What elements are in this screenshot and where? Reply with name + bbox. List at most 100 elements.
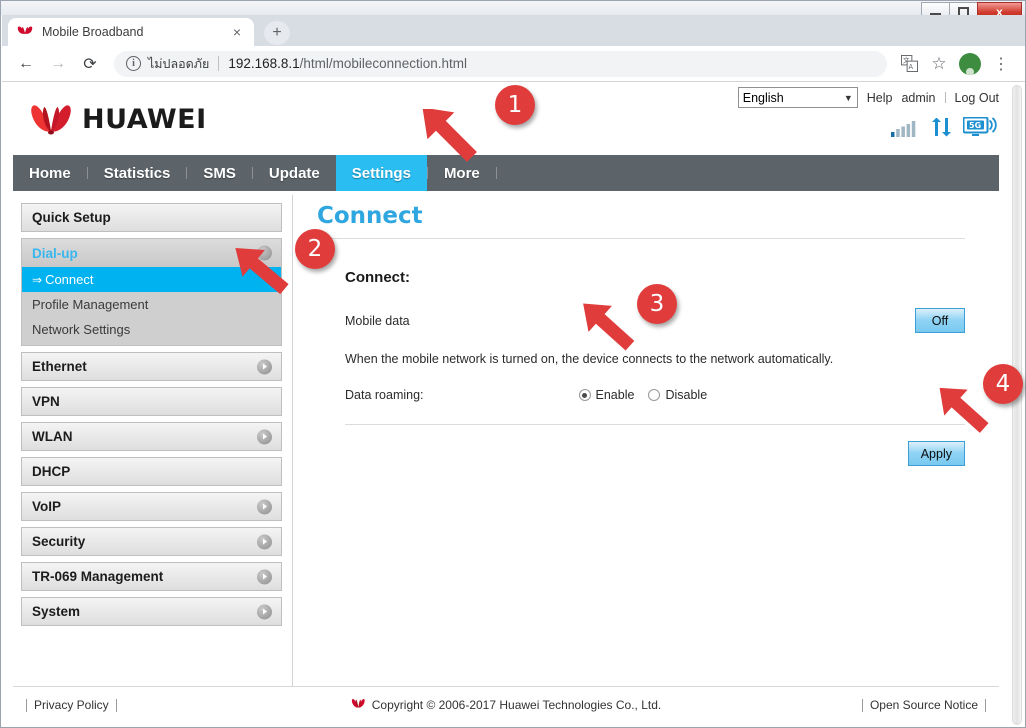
- page-scrollbar[interactable]: [1009, 83, 1024, 727]
- expand-icon[interactable]: [257, 499, 272, 514]
- sidebar-item-label: VPN: [32, 394, 60, 409]
- settings-content: Connect Connect: Mobile data Off When th…: [293, 191, 999, 686]
- sidebar-item-quick-setup[interactable]: Quick Setup: [21, 203, 282, 232]
- browser-tab[interactable]: Mobile Broadband ×: [8, 18, 254, 46]
- sidebar-item-wlan[interactable]: WLAN: [21, 422, 282, 451]
- chevron-down-icon: ▼: [843, 92, 853, 103]
- window-titlebar: [1, 1, 1025, 15]
- signal-bars-icon: [891, 120, 917, 142]
- open-source-notice-link[interactable]: Open Source Notice: [870, 698, 978, 712]
- huawei-flower-icon: [29, 99, 73, 139]
- sidebar-item-voip[interactable]: VoIP: [21, 492, 282, 521]
- apply-button[interactable]: Apply: [907, 441, 965, 466]
- reload-icon[interactable]: ⟳: [76, 50, 104, 78]
- sidebar-item-label: Profile Management: [32, 297, 149, 312]
- bookmark-star-icon[interactable]: ☆: [925, 50, 953, 78]
- url-text: 192.168.8.1/html/mobileconnection.html: [228, 56, 467, 71]
- sidebar-item-label: Dial-up: [32, 245, 78, 261]
- sidebar-item-tr069-management[interactable]: TR-069 Management: [21, 562, 282, 591]
- security-label: ไม่ปลอดภัย: [148, 55, 210, 71]
- forward-icon[interactable]: →: [44, 50, 72, 78]
- data-roaming-label: Data roaming:: [345, 388, 424, 402]
- translate-icon[interactable]: 文 A: [895, 50, 923, 78]
- nav-item-sms[interactable]: SMS: [187, 155, 252, 191]
- browser-tabstrip: Mobile Broadband × +: [2, 15, 1025, 46]
- privacy-policy-wrap: Privacy Policy: [19, 698, 124, 712]
- mobile-data-label: Mobile data: [345, 313, 410, 328]
- annotation-arrow-1: [422, 109, 477, 162]
- radio-label: Enable: [595, 388, 635, 402]
- sidebar-item-network-settings[interactable]: Network Settings: [22, 317, 281, 345]
- logout-link[interactable]: Log Out: [955, 91, 999, 105]
- 5g-network-icon: 5G: [962, 116, 997, 142]
- nav-item-update[interactable]: Update: [253, 155, 336, 191]
- language-value: English: [742, 90, 784, 105]
- expand-icon[interactable]: [257, 604, 272, 619]
- huawei-logo: HUAWEI: [29, 99, 207, 139]
- tab-title: Mobile Broadband: [42, 25, 144, 39]
- sidebar-item-label: VoIP: [32, 499, 62, 514]
- annotation-marker-3: 3: [637, 284, 677, 324]
- radio-dot-icon: [648, 389, 661, 401]
- data-roaming-row: Data roaming: Enable Disable: [345, 388, 965, 402]
- webpage-viewport: HUAWEI English ▼ Help admin Log Out 5G H…: [2, 83, 1025, 727]
- browser-toolbar: ← → ⟳ i ไม่ปลอดภัย 192.168.8.1/html/mobi…: [2, 46, 1025, 82]
- section-title: Connect:: [345, 269, 410, 286]
- expand-icon[interactable]: [257, 429, 272, 444]
- sidebar-item-system[interactable]: System: [21, 597, 282, 626]
- sidebar-item-label: WLAN: [32, 429, 73, 444]
- scrollbar-thumb[interactable]: [1012, 85, 1022, 725]
- nav-item-home[interactable]: Home: [13, 155, 87, 191]
- nav-item-statistics[interactable]: Statistics: [88, 155, 187, 191]
- browser-window: x Mobile Broadband × + ← → ⟳ i ไม่ปลอดภั…: [0, 0, 1026, 728]
- help-link[interactable]: Help: [867, 91, 893, 105]
- divider: [985, 698, 986, 712]
- tab-close-icon[interactable]: ×: [228, 23, 246, 41]
- copyright-text: Copyright © 2006-2017 Huawei Technologie…: [371, 698, 662, 712]
- divider: [115, 698, 117, 712]
- info-icon[interactable]: i: [126, 56, 141, 71]
- url-path: /html/mobileconnection.html: [299, 56, 467, 71]
- status-icons: 5G: [891, 116, 997, 142]
- sidebar-item-ethernet[interactable]: Ethernet: [21, 352, 282, 381]
- expand-icon[interactable]: [257, 534, 272, 549]
- page-footer: Privacy Policy Copyright © 2006-2017 Hua…: [13, 687, 999, 723]
- mobile-data-toggle-button[interactable]: Off: [915, 308, 965, 333]
- huawei-icon: [16, 25, 34, 40]
- annotation-marker-2: 2: [295, 229, 335, 269]
- header-utilities: English ▼ Help admin Log Out: [737, 87, 999, 108]
- back-icon[interactable]: ←: [12, 50, 40, 78]
- screenshot-root: x Mobile Broadband × + ← → ⟳ i ไม่ปลอดภั…: [0, 0, 1026, 728]
- enable-radio[interactable]: Enable: [578, 388, 635, 402]
- title-underline: [317, 238, 965, 239]
- admin-user-label: admin: [901, 90, 936, 105]
- sidebar-item-vpn[interactable]: VPN: [21, 387, 282, 416]
- annotation-marker-4: 4: [983, 364, 1023, 404]
- radio-label: Disable: [665, 388, 708, 402]
- address-bar[interactable]: i ไม่ปลอดภัย 192.168.8.1/html/mobileconn…: [114, 50, 887, 77]
- open-source-wrap: Open Source Notice: [855, 698, 993, 712]
- arrow-right-icon: ⇒: [32, 272, 43, 287]
- divider: [26, 698, 27, 712]
- router-ui: HUAWEI English ▼ Help admin Log Out 5G H…: [2, 83, 1010, 727]
- mobile-data-description: When the mobile network is turned on, th…: [345, 352, 834, 366]
- sidebar-item-security[interactable]: Security: [21, 527, 282, 556]
- main-navigation: Home Statistics SMS Update Settings More: [13, 155, 999, 191]
- language-select[interactable]: English ▼: [737, 87, 858, 108]
- privacy-policy-link[interactable]: Privacy Policy: [34, 698, 109, 712]
- expand-icon[interactable]: [257, 359, 272, 374]
- browser-menu-icon[interactable]: ⋮: [987, 50, 1015, 78]
- sidebar-item-label: System: [32, 604, 81, 619]
- expand-icon[interactable]: [257, 569, 272, 584]
- brand-name: HUAWEI: [82, 103, 207, 135]
- sidebar-item-label: Connect: [45, 272, 94, 287]
- sidebar-item-dhcp[interactable]: DHCP: [21, 457, 282, 486]
- radio-dot-icon: [578, 389, 591, 401]
- profile-avatar[interactable]: [959, 52, 981, 75]
- disable-radio[interactable]: Disable: [648, 388, 707, 402]
- new-tab-button[interactable]: +: [264, 21, 290, 45]
- data-transfer-icon: [929, 117, 951, 142]
- svg-text:5G: 5G: [969, 121, 981, 130]
- divider: [861, 698, 863, 712]
- sidebar-item-label: Network Settings: [32, 322, 131, 337]
